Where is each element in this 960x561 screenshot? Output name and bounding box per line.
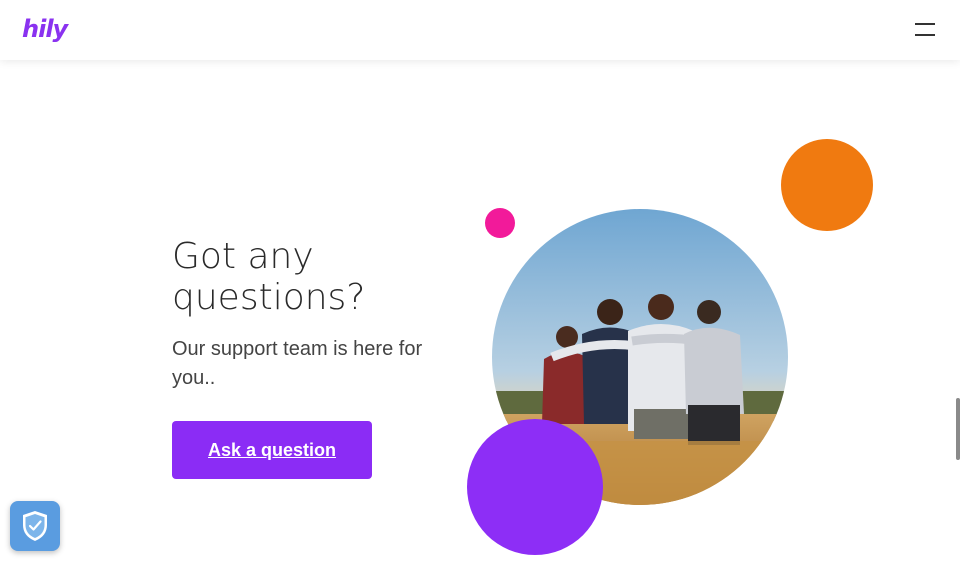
- ask-question-button[interactable]: Ask a question: [172, 421, 372, 479]
- menu-line-top: [915, 23, 935, 25]
- heading-line-1: Got any: [172, 236, 314, 277]
- pink-decor-dot: [485, 208, 515, 238]
- heading-line-2: questions?: [172, 277, 366, 318]
- page-title: Got any questions?: [172, 236, 472, 318]
- scrollbar-thumb[interactable]: [956, 398, 960, 460]
- purple-decor-circle: [467, 419, 603, 555]
- hily-logo[interactable]: hily: [22, 14, 68, 44]
- hamburger-menu-icon[interactable]: [910, 18, 940, 42]
- shield-check-icon: [23, 511, 47, 541]
- privacy-shield-button[interactable]: [10, 501, 60, 551]
- menu-line-bottom: [915, 34, 935, 36]
- site-header: hily: [0, 0, 960, 60]
- support-subheading: Our support team is here for you..: [172, 338, 423, 389]
- orange-decor-circle: [781, 139, 873, 231]
